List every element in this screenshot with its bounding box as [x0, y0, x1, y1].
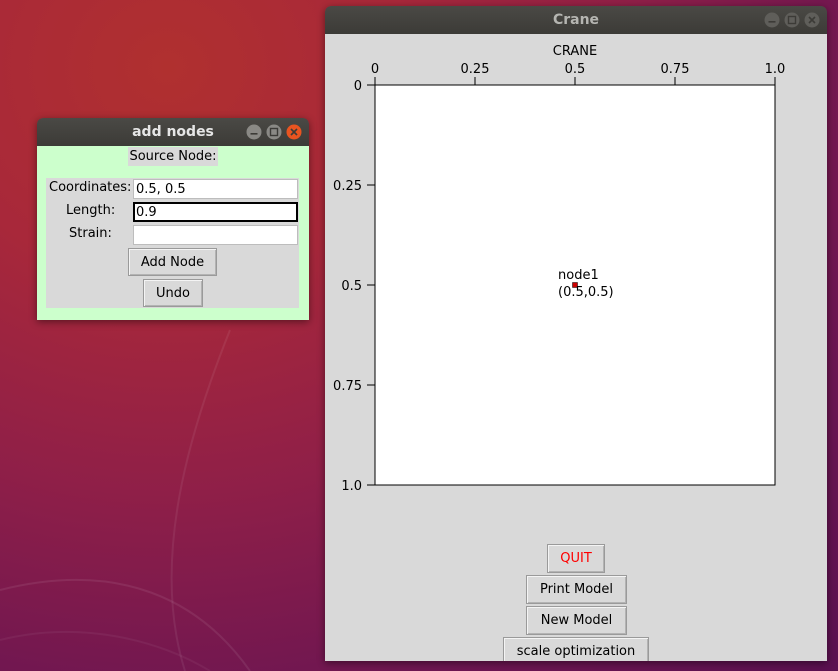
crane-window: Crane CRANE 0 0.25 0.5 0.75 1.0 0 0.25 0.5 0.75…: [325, 6, 827, 661]
x-tick-label: 0.75: [661, 62, 690, 77]
minimize-icon[interactable]: [246, 124, 262, 140]
close-icon[interactable]: [286, 124, 302, 140]
scale-optimization-button[interactable]: scale optimization: [503, 637, 649, 661]
y-tick-label: 1.0: [341, 479, 362, 494]
node-name-label: node1: [558, 268, 599, 283]
strain-input[interactable]: [133, 225, 298, 245]
y-axis: 0 0.25 0.5 0.75 1.0: [333, 79, 375, 494]
add-nodes-window: add nodes Source Node: Coordinates: Leng…: [37, 118, 309, 320]
length-label: Length:: [66, 203, 116, 218]
node-coordinate-label: (0.5,0.5): [558, 285, 614, 300]
window-title: Crane: [552, 12, 600, 28]
coordinates-label: Coordinates:: [49, 180, 132, 195]
maximize-icon[interactable]: [266, 124, 282, 140]
crane-body: CRANE 0 0.25 0.5 0.75 1.0 0 0.25 0.5 0.75 1.0 no…: [325, 34, 827, 661]
strain-label: Strain:: [69, 226, 112, 241]
coordinates-input[interactable]: [133, 179, 298, 199]
x-axis: 0 0.25 0.5 0.75 1.0: [371, 62, 785, 85]
crane-titlebar[interactable]: Crane: [325, 6, 827, 34]
node-form-panel: Coordinates: Length: Strain: Add Node Un…: [46, 178, 299, 308]
minimize-icon[interactable]: [764, 12, 780, 28]
chart-title: CRANE: [553, 44, 597, 59]
y-tick-label: 0.5: [341, 279, 362, 294]
add-nodes-titlebar[interactable]: add nodes: [37, 118, 309, 146]
quit-button[interactable]: QUIT: [547, 544, 605, 573]
add-node-button[interactable]: Add Node: [128, 248, 217, 276]
y-tick-label: 0.75: [333, 379, 362, 394]
new-model-button[interactable]: New Model: [526, 606, 627, 635]
desktop: add nodes Source Node: Coordinates: Leng…: [0, 0, 838, 671]
x-tick-label: 1.0: [765, 62, 786, 77]
source-node-label: Source Node:: [128, 147, 218, 166]
y-tick-label: 0: [354, 79, 362, 94]
print-model-button[interactable]: Print Model: [526, 575, 627, 604]
x-tick-label: 0.25: [461, 62, 490, 77]
close-icon[interactable]: [804, 12, 820, 28]
length-input[interactable]: [133, 202, 298, 222]
maximize-icon[interactable]: [784, 12, 800, 28]
y-tick-label: 0.25: [333, 179, 362, 194]
add-nodes-body: Source Node: Coordinates: Length: Strain…: [37, 146, 309, 320]
undo-button[interactable]: Undo: [143, 279, 203, 307]
x-tick-label: 0.5: [565, 62, 586, 77]
x-tick-label: 0: [371, 62, 379, 77]
